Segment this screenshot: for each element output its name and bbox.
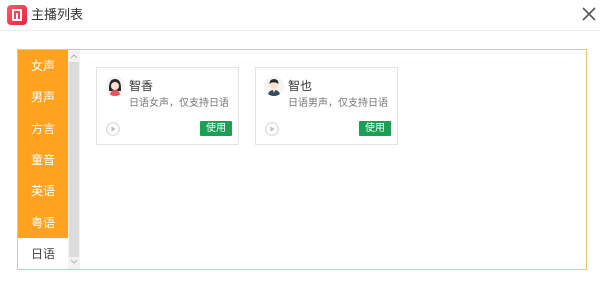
category-item-english[interactable]: 英语 — [18, 175, 68, 206]
voice-name: 智也 — [288, 79, 313, 93]
category-item-child[interactable]: 童音 — [18, 144, 68, 175]
scrollbar-thumb[interactable] — [69, 62, 79, 257]
play-icon[interactable] — [265, 122, 279, 136]
use-button[interactable]: 使用 — [200, 121, 232, 136]
close-icon[interactable] — [580, 5, 598, 23]
voice-description: 日语女声，仅支持日语 — [129, 98, 229, 109]
category-item-female[interactable]: 女声 — [18, 50, 68, 81]
category-label: 方言 — [30, 121, 55, 136]
title-bar: 主播列表 — [0, 0, 600, 31]
app-logo-icon — [7, 5, 27, 25]
category-label: 女声 — [30, 59, 55, 74]
scroll-up-arrow-icon[interactable] — [68, 51, 80, 61]
anchor-list-panel: 女声 男声 方言 童音 英语 粤语 日语 智香 日语女声，仅支持日语 使用 智也… — [17, 49, 587, 270]
use-button[interactable]: 使用 — [359, 121, 391, 136]
category-label: 男声 — [30, 90, 55, 105]
voice-description: 日语男声，仅支持日语 — [288, 98, 388, 109]
category-label: 童音 — [30, 153, 55, 168]
female-avatar-icon — [105, 76, 125, 96]
play-icon[interactable] — [106, 122, 120, 136]
category-item-dialect[interactable]: 方言 — [18, 113, 68, 144]
voice-name: 智香 — [129, 79, 154, 93]
category-sidebar: 女声 男声 方言 童音 英语 粤语 日语 — [18, 50, 68, 270]
male-avatar-icon — [264, 76, 284, 96]
window-title: 主播列表 — [31, 8, 84, 23]
category-item-cantonese[interactable]: 粤语 — [18, 206, 68, 237]
category-item-male[interactable]: 男声 — [18, 81, 68, 112]
voice-card-zhiye[interactable]: 智也 日语男声，仅支持日语 使用 — [255, 67, 398, 145]
voice-card-zhixiang[interactable]: 智香 日语女声，仅支持日语 使用 — [96, 67, 239, 145]
category-item-japanese[interactable]: 日语 — [18, 237, 68, 270]
category-scrollbar[interactable] — [68, 50, 80, 269]
category-label: 英语 — [30, 184, 55, 199]
category-label: 粤语 — [30, 215, 55, 230]
scroll-down-arrow-icon[interactable] — [68, 257, 80, 267]
category-label: 日语 — [30, 246, 55, 261]
